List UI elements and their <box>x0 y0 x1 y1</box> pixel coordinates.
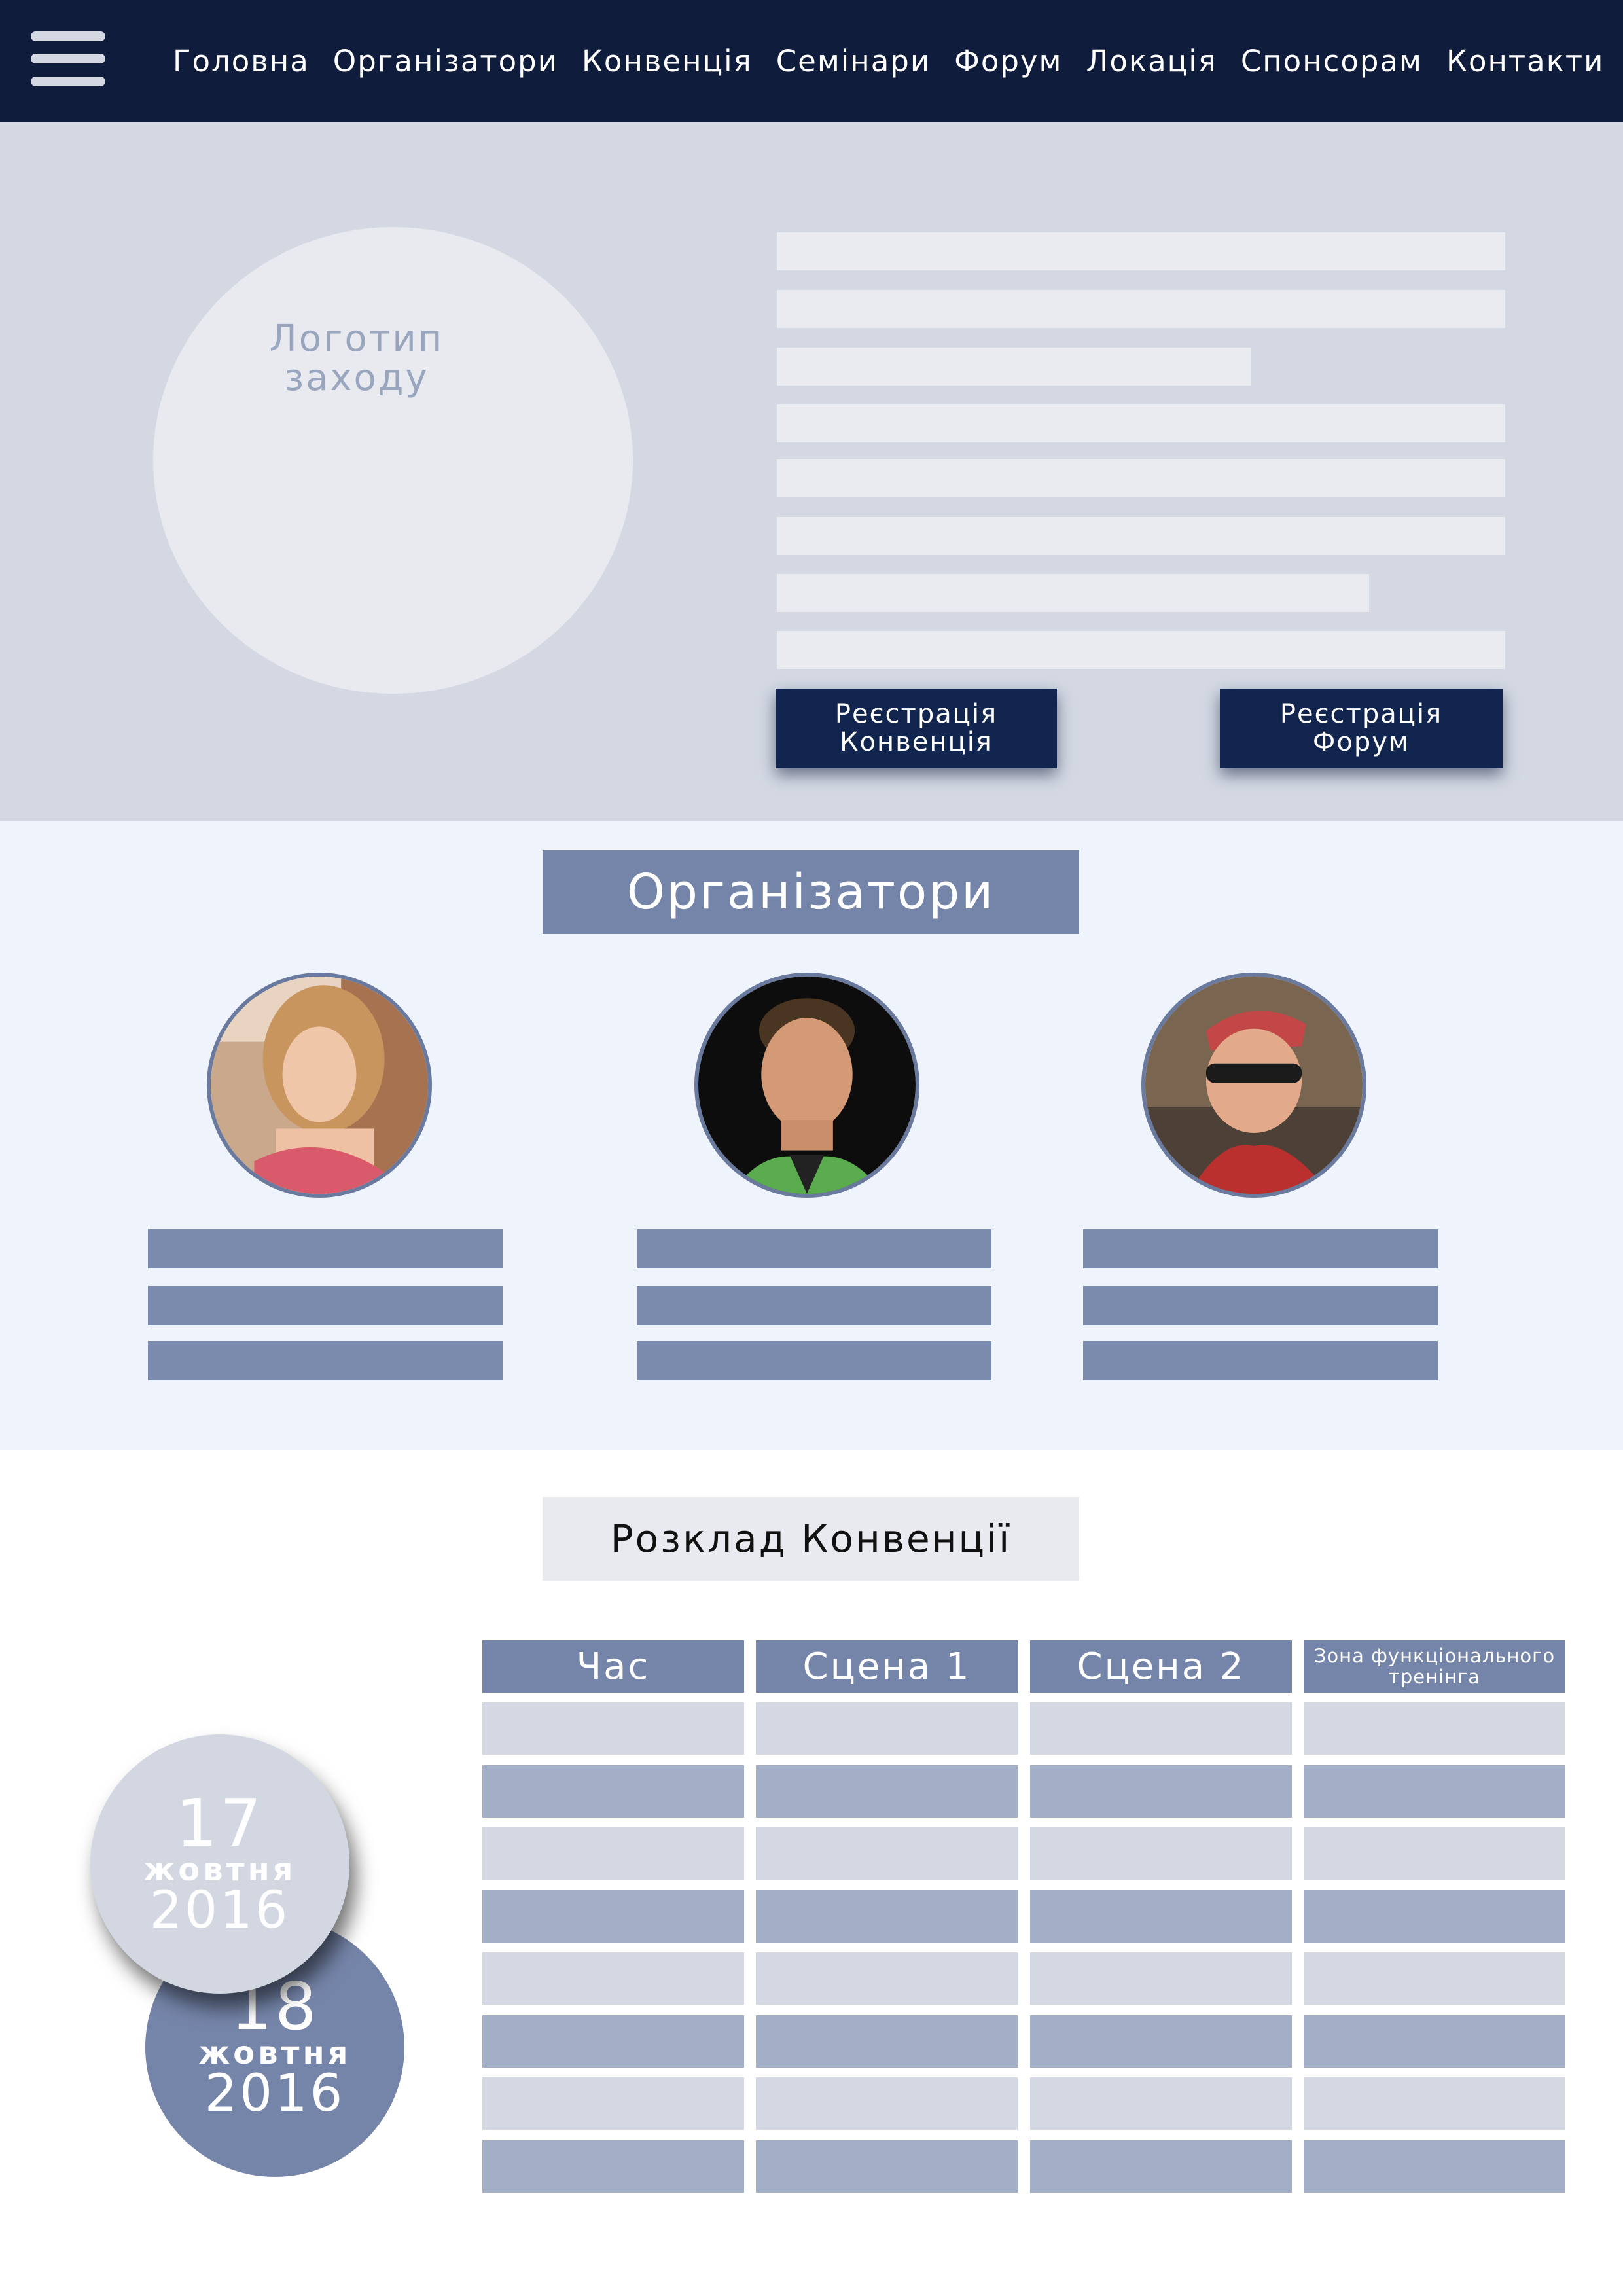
main-nav: Головна Організатори Конвенція Семінари … <box>173 0 1604 122</box>
schedule-cell <box>482 1827 744 1880</box>
schedule-cell <box>756 2077 1018 2130</box>
event-logo-placeholder <box>153 227 633 694</box>
schedule-cell <box>482 1702 744 1755</box>
text-placeholder-line <box>777 517 1505 555</box>
schedule-cell <box>1030 2015 1292 2068</box>
date-day: 17 <box>175 1785 264 1861</box>
schedule-cell <box>482 2140 744 2193</box>
schedule-cell <box>1304 2077 1565 2130</box>
text-placeholder-line <box>777 459 1505 497</box>
nav-home[interactable]: Головна <box>173 44 310 79</box>
nav-seminars[interactable]: Семінари <box>776 44 931 79</box>
schedule-cell <box>1030 1765 1292 1818</box>
register-forum-button[interactable]: Реєстрація Форум <box>1220 689 1503 768</box>
schedule-cell <box>1304 1765 1565 1818</box>
column-header-stage-1: Сцена 1 <box>756 1640 1018 1693</box>
date-year: 2016 <box>149 1881 291 1940</box>
text-placeholder-line <box>777 232 1505 270</box>
text-placeholder-line <box>777 404 1505 442</box>
schedule-cell <box>1304 1827 1565 1880</box>
organizer-info-line <box>1083 1229 1438 1268</box>
schedule-cell <box>756 1827 1018 1880</box>
schedule-cell <box>756 1765 1018 1818</box>
register-convention-button[interactable]: Реєстрація Конвенція <box>776 689 1057 768</box>
organizer-info-line <box>637 1341 991 1380</box>
event-logo-label: Логотип заходу <box>269 317 444 399</box>
schedule-cell <box>756 1952 1018 2005</box>
schedule-cell <box>1030 1952 1292 2005</box>
nav-location[interactable]: Локація <box>1086 44 1217 79</box>
schedule-cell <box>482 2015 744 2068</box>
organizer-info-line <box>148 1229 503 1268</box>
schedule-cell <box>1030 1890 1292 1943</box>
schedule-cell <box>482 1890 744 1943</box>
organizer-info-line <box>1083 1341 1438 1380</box>
schedule-cell <box>756 2015 1018 2068</box>
text-placeholder-line <box>777 631 1505 669</box>
schedule-cell <box>1030 2140 1292 2193</box>
organizer-info-line <box>637 1286 991 1325</box>
schedule-cell <box>1030 1827 1292 1880</box>
schedule-cell <box>1030 1702 1292 1755</box>
organizer-photo-man <box>694 973 919 1198</box>
nav-forum[interactable]: Форум <box>954 44 1062 79</box>
text-placeholder-line <box>777 290 1505 328</box>
organizer-photo-man-sunglasses <box>1141 973 1366 1198</box>
schedule-cell <box>1030 2077 1292 2130</box>
column-header-stage-2: Сцена 2 <box>1030 1640 1292 1693</box>
schedule-cell <box>482 2077 744 2130</box>
schedule-cell <box>482 1952 744 2005</box>
schedule-cell <box>756 1702 1018 1755</box>
organizer-info-line <box>1083 1286 1438 1325</box>
schedule-cell <box>756 2140 1018 2193</box>
schedule-cell <box>482 1765 744 1818</box>
text-placeholder-line <box>777 574 1369 612</box>
schedule-title: Розклад Конвенції <box>543 1497 1079 1581</box>
nav-contacts[interactable]: Контакти <box>1446 44 1604 79</box>
column-header-time: Час <box>482 1640 744 1693</box>
organizer-info-line <box>148 1286 503 1325</box>
schedule-cell <box>1304 1952 1565 2005</box>
organizer-info-line <box>637 1229 991 1268</box>
date-year: 2016 <box>204 2064 346 2123</box>
schedule-cell <box>756 1890 1018 1943</box>
nav-organizers[interactable]: Організатори <box>333 44 558 79</box>
column-header-training-zone: Зона функціонального тренінга <box>1304 1640 1565 1693</box>
schedule-cell <box>1304 2015 1565 2068</box>
schedule-cell <box>1304 2140 1565 2193</box>
hamburger-menu-icon[interactable] <box>31 31 105 86</box>
nav-convention[interactable]: Конвенція <box>582 44 753 79</box>
organizer-info-line <box>148 1341 503 1380</box>
nav-sponsors[interactable]: Спонсорам <box>1241 44 1423 79</box>
text-placeholder-line <box>777 348 1251 386</box>
schedule-cell <box>1304 1702 1565 1755</box>
schedule-cell <box>1304 1890 1565 1943</box>
organizer-photo-woman <box>207 973 432 1198</box>
date-selector-17-oct[interactable]: 17 жовтня 2016 <box>90 1734 349 1994</box>
organizers-title: Організатори <box>543 850 1079 934</box>
